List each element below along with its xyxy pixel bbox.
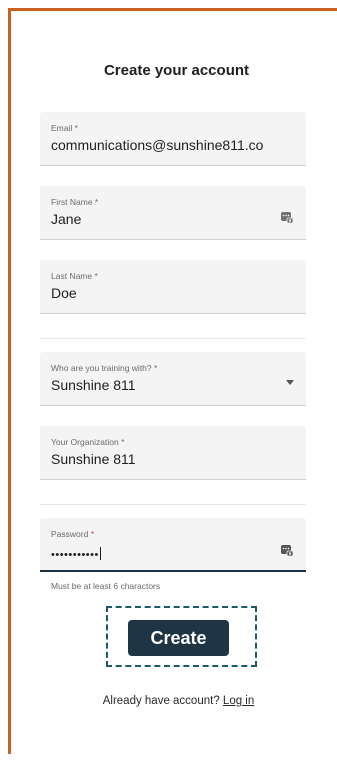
password-hint: Must be at least 6 charactors — [51, 581, 161, 591]
last-name-field[interactable]: Last Name * Doe — [40, 260, 306, 314]
password-label-text: Password — [51, 529, 89, 539]
last-name-label: Last Name * — [51, 271, 98, 281]
page-title: Create your account — [103, 62, 250, 79]
login-prompt-text: Already have account? — [102, 695, 220, 707]
password-manager-key-icon[interactable] — [280, 210, 294, 224]
password-value: ••••••••••• — [51, 547, 313, 561]
first-name-value: Jane — [51, 211, 82, 227]
page: Create your account Email * communicatio… — [0, 0, 337, 761]
section-divider — [40, 504, 306, 505]
last-name-value: Doe — [51, 285, 77, 301]
section-divider — [40, 338, 306, 339]
password-field[interactable]: Password * ••••••••••• — [40, 518, 306, 572]
organization-value: Sunshine 811 — [51, 451, 136, 467]
password-label: Password * — [51, 529, 94, 539]
password-manager-key-icon[interactable] — [280, 543, 294, 557]
text-cursor — [99, 547, 101, 560]
login-link[interactable]: Log in — [223, 695, 254, 707]
password-dots: ••••••••••• — [51, 549, 99, 561]
create-button[interactable]: Create — [128, 620, 229, 656]
email-value: communications@sunshine811.co — [51, 137, 264, 153]
email-field[interactable]: Email * communications@sunshine811.co — [40, 112, 306, 166]
login-prompt: Already have account? Log in — [0, 695, 337, 707]
card-accent-left — [8, 8, 11, 754]
card-accent-top — [8, 8, 337, 11]
required-mark: * — [90, 529, 95, 539]
email-label: Email * — [51, 123, 78, 133]
training-with-value: Sunshine 811 — [51, 377, 136, 393]
organization-field[interactable]: Your Organization * Sunshine 811 — [40, 426, 306, 480]
first-name-field[interactable]: First Name * Jane — [40, 186, 306, 240]
organization-label: Your Organization * — [51, 437, 125, 447]
training-with-select[interactable]: Who are you training with? * Sunshine 81… — [40, 352, 306, 406]
first-name-label: First Name * — [51, 197, 99, 207]
training-with-label: Who are you training with? * — [51, 363, 158, 373]
chevron-down-icon[interactable] — [286, 380, 294, 385]
